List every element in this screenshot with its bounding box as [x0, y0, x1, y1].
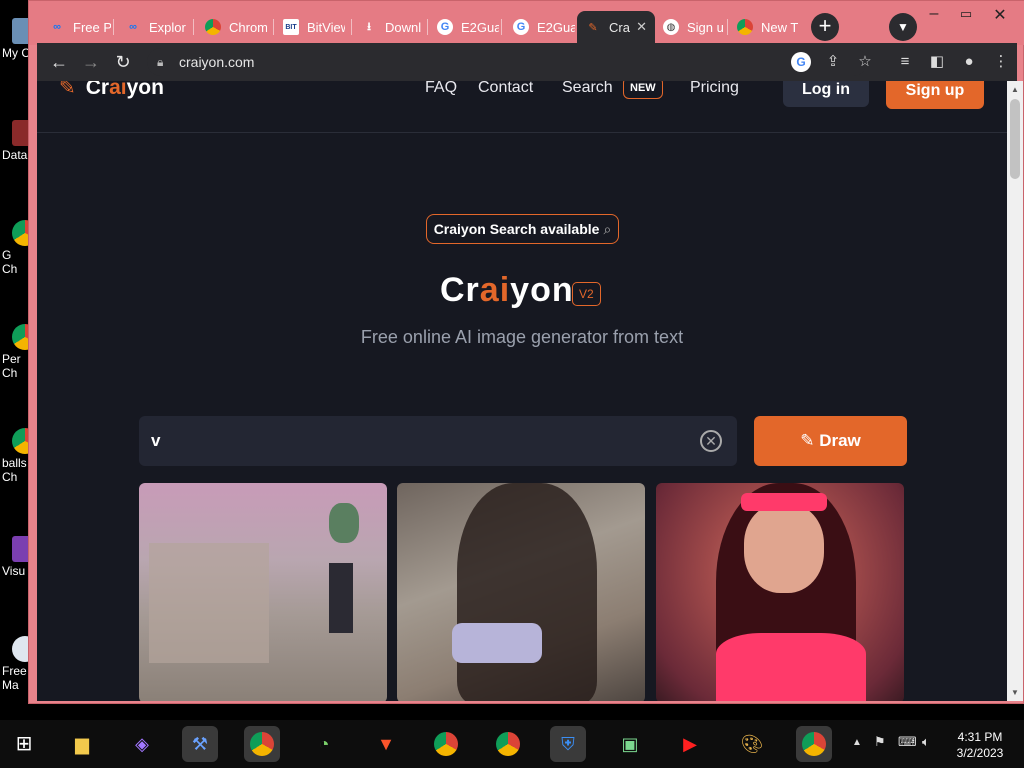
- generated-image-3[interactable]: [656, 483, 904, 701]
- tab-separator: [727, 19, 728, 35]
- scroll-up-icon[interactable]: ▲: [1011, 85, 1019, 94]
- new-tab-button[interactable]: +: [811, 13, 839, 41]
- tab-chrome[interactable]: Chrom: [197, 11, 275, 43]
- chrome-icon[interactable]: [490, 726, 526, 762]
- tab-e2guardian-2[interactable]: G E2Guar: [505, 11, 583, 43]
- start-button[interactable]: ⊞: [6, 726, 42, 762]
- close-window-button[interactable]: ✕: [985, 5, 1015, 25]
- monitor-icon[interactable]: ▣: [612, 726, 648, 762]
- craiyon-page: ✎ Cr ai yon FAQ Contact Search NEW Pricing…: [37, 81, 1007, 701]
- search-available-banner[interactable]: Craiyon Search available ⌕: [426, 214, 619, 244]
- tab-separator: [193, 19, 194, 35]
- file-explorer-icon[interactable]: ▆: [64, 726, 100, 762]
- chrome-icon: [737, 19, 753, 35]
- url-text: craiyon.com: [179, 54, 255, 70]
- tab-craiyon[interactable]: ✎ Cra ✕: [577, 11, 655, 43]
- close-tab-icon[interactable]: ✕: [636, 19, 647, 35]
- new-badge: NEW: [623, 81, 663, 99]
- minimize-button[interactable]: –: [919, 5, 949, 23]
- show-hidden-icons[interactable]: ▲: [852, 737, 862, 748]
- tab-separator: [501, 19, 502, 35]
- generated-image-1[interactable]: [139, 483, 387, 701]
- security-shield-icon[interactable]: ⛨: [550, 726, 586, 762]
- signup-button[interactable]: Sign up: [886, 81, 984, 109]
- scroll-down-icon[interactable]: ▼: [1011, 688, 1019, 697]
- site-navbar: ✎ Cr ai yon FAQ Contact Search NEW Pricing…: [37, 81, 1007, 133]
- browser-window: ∞ Free P ∞ Explor Chrom BIT BitView ⭳ Do…: [28, 0, 1024, 704]
- tab-sign-up[interactable]: ◍ Sign u: [655, 11, 733, 43]
- tab-e2guardian-1[interactable]: G E2Guar: [429, 11, 507, 43]
- tab-free-p[interactable]: ∞ Free P: [41, 11, 119, 43]
- download-icon: ⭳: [367, 20, 371, 33]
- brave-icon[interactable]: ▼: [368, 726, 404, 762]
- share-icon[interactable]: ⇪: [823, 52, 843, 72]
- hero-subtitle: Free online AI image generator from text: [360, 327, 684, 347]
- scroll-thumb[interactable]: [1010, 99, 1020, 179]
- craiyon-pencil-icon: ✎: [588, 21, 598, 34]
- globe-icon: ◍: [663, 19, 679, 35]
- tab-separator: [113, 19, 114, 35]
- maximize-button[interactable]: ▭: [951, 6, 981, 22]
- prompt-input[interactable]: v: [139, 416, 737, 466]
- volume-icon[interactable]: 🔈︎: [922, 734, 930, 750]
- visual-studio-icon[interactable]: ◈: [124, 726, 160, 762]
- forward-button[interactable]: →: [79, 50, 103, 74]
- clear-input-icon[interactable]: ✕: [700, 430, 722, 452]
- nav-pricing[interactable]: Pricing: [690, 81, 739, 97]
- pencil-icon: ✎: [800, 431, 815, 450]
- google-icon: G: [437, 19, 453, 35]
- chrome-icon: [205, 19, 221, 35]
- taskbar: ⊞ ▆ ◈ ⚒ ◔ ▼ ⛨ ▣ ▶ 🎨︎ ▲ ⚑ ⌨ 🔈︎ 4:31 PM 3/…: [0, 720, 1024, 768]
- generated-image-2[interactable]: [397, 483, 645, 701]
- side-panel-icon[interactable]: ◧: [927, 52, 947, 72]
- lock-icon: 🔒︎: [157, 55, 164, 69]
- chrome-profile-icon[interactable]: [244, 726, 280, 762]
- tab-strip: ∞ Free P ∞ Explor Chrom BIT BitView ⭳ Do…: [29, 1, 1024, 45]
- reload-button[interactable]: ↻: [111, 50, 135, 74]
- page-scrollbar[interactable]: ▲ ▼: [1007, 81, 1023, 701]
- bitview-icon: BIT: [283, 19, 299, 35]
- profile-icon[interactable]: ●: [959, 52, 979, 72]
- pencil-icon: ✎: [59, 81, 76, 99]
- tab-bitview[interactable]: BIT BitView: [275, 11, 353, 43]
- search-icon: ⌕: [603, 221, 612, 237]
- version-badge: V2: [572, 282, 601, 306]
- nav-search[interactable]: Search: [562, 81, 613, 97]
- tab-download[interactable]: ⭳ Downl: [353, 11, 431, 43]
- menu-icon[interactable]: ⋮: [991, 52, 1011, 72]
- back-button[interactable]: ←: [47, 50, 71, 74]
- google-icon: G: [513, 19, 529, 35]
- tools-app-icon[interactable]: ⚒: [182, 726, 218, 762]
- craiyon-logo[interactable]: ✎ Cr ai yon: [59, 81, 164, 100]
- flag-icon[interactable]: ⚑: [874, 734, 886, 750]
- clock[interactable]: 4:31 PM 3/2/2023: [950, 729, 1010, 761]
- browser-toolbar: ← → ↻ 🔒︎ craiyon.com G ⇪ ☆ ≡ ◧ ● ⋮: [37, 43, 1017, 81]
- tab-new-tab[interactable]: New T: [729, 11, 807, 43]
- hero-title: Craiyon: [440, 271, 574, 309]
- draw-button[interactable]: ✎ Draw: [754, 416, 907, 466]
- tab-search-button[interactable]: ▼: [889, 13, 917, 41]
- meta-icon: ∞: [129, 21, 137, 33]
- address-bar[interactable]: 🔒︎ craiyon.com: [147, 48, 867, 76]
- tab-explore[interactable]: ∞ Explor: [117, 11, 195, 43]
- network-icon[interactable]: ⌨: [898, 734, 917, 750]
- login-button[interactable]: Log in: [783, 81, 869, 107]
- tab-separator: [427, 19, 428, 35]
- app-icon[interactable]: ◔: [306, 726, 342, 762]
- chrome-active-icon[interactable]: [796, 726, 832, 762]
- google-lens-icon[interactable]: G: [791, 52, 811, 72]
- chrome-icon[interactable]: [428, 726, 464, 762]
- tab-separator: [351, 19, 352, 35]
- nav-contact[interactable]: Contact: [478, 81, 533, 97]
- reading-list-icon[interactable]: ≡: [895, 52, 915, 72]
- youtube-icon[interactable]: ▶: [672, 726, 708, 762]
- paint-icon[interactable]: 🎨︎: [734, 726, 770, 762]
- tab-separator: [273, 19, 274, 35]
- meta-icon: ∞: [53, 21, 61, 33]
- nav-faq[interactable]: FAQ: [425, 81, 457, 97]
- bookmark-star-icon[interactable]: ☆: [855, 52, 875, 72]
